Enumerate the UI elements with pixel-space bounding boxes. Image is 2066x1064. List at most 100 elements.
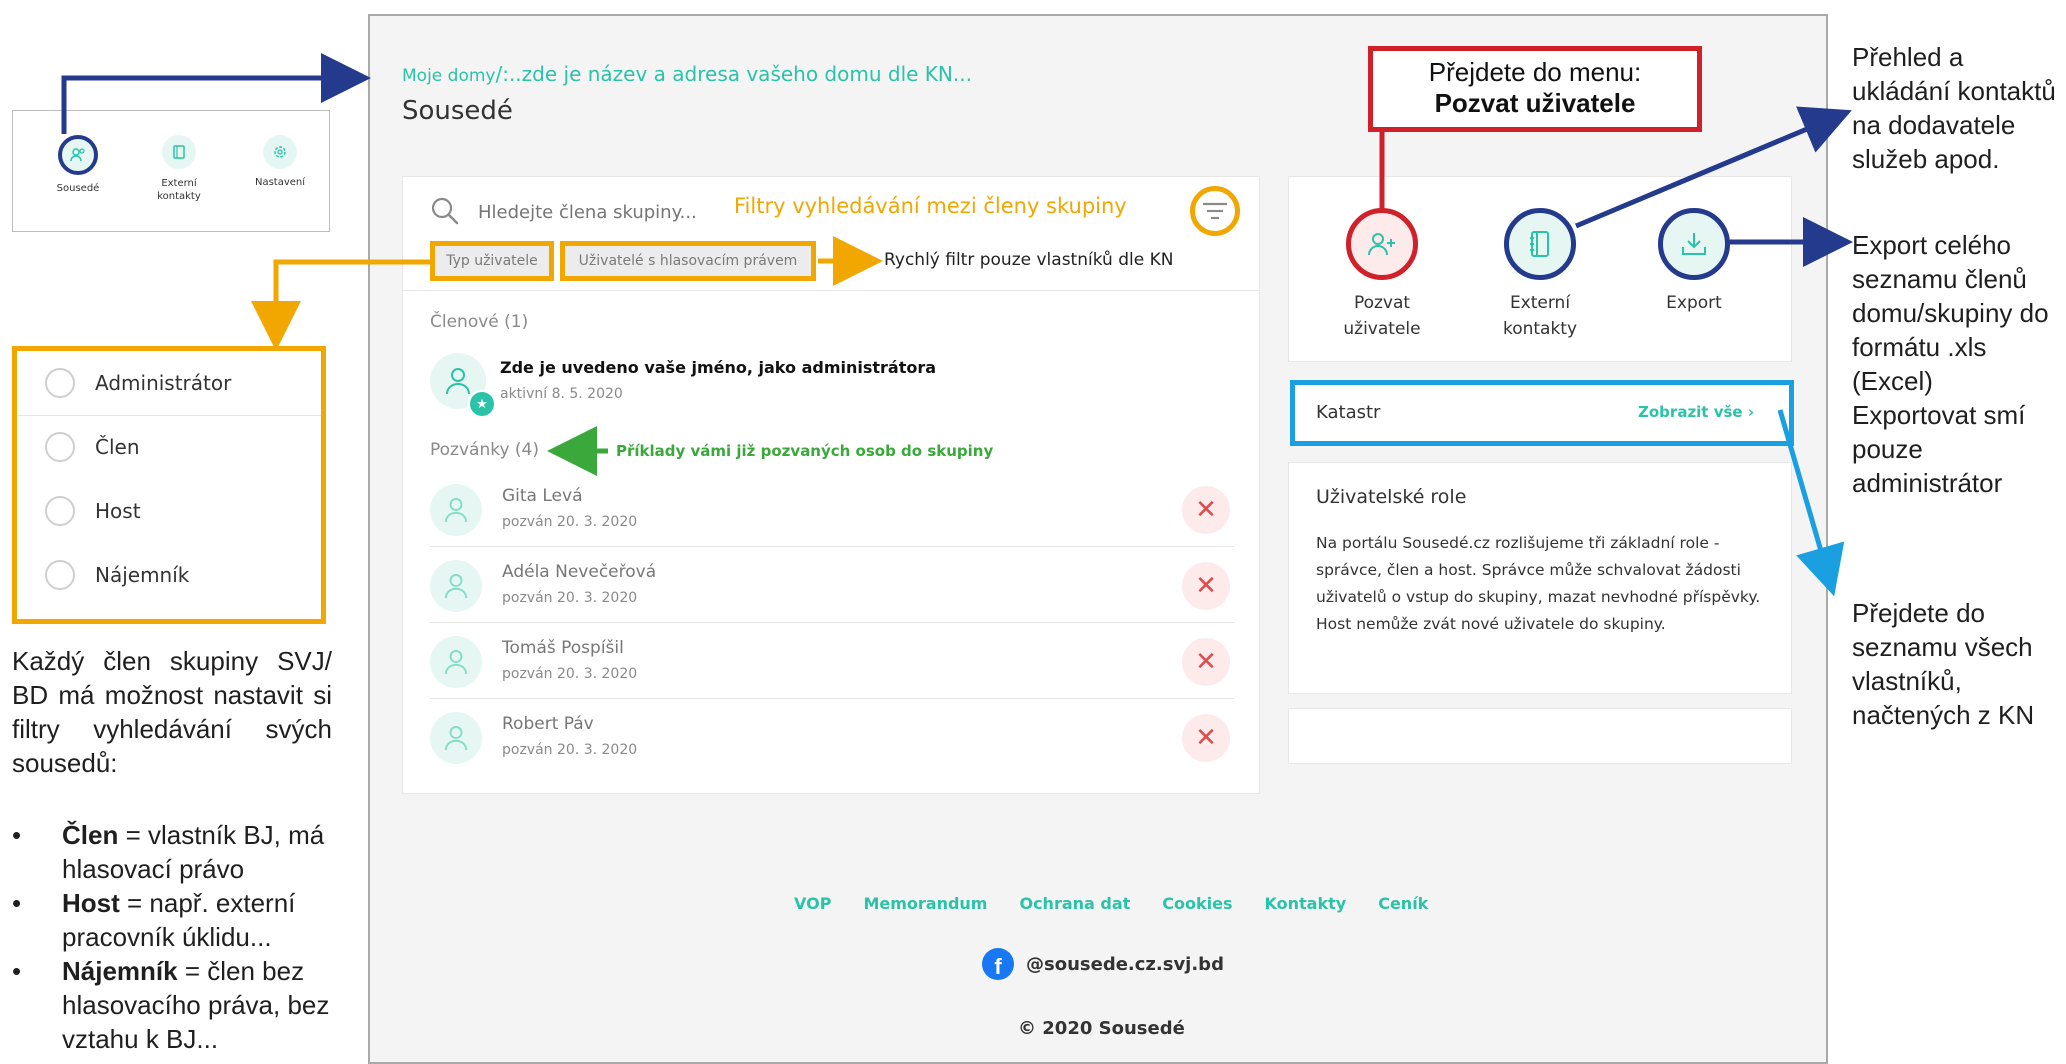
invites-heading: Pozvánky (4): [430, 440, 540, 460]
facebook-icon: f: [982, 948, 1014, 980]
footer-link-memorandum[interactable]: Memorandum: [863, 894, 987, 913]
roles-info-title: Uživatelské role: [1316, 486, 1467, 508]
footer-link-kontakty[interactable]: Kontakty: [1265, 894, 1347, 913]
filter-pill-voting-right[interactable]: Uživatelé s hlasovacím právem: [560, 241, 816, 281]
katastr-title: Katastr: [1316, 402, 1381, 423]
right-note-katastr: Přejdete do seznamu všech vlastníků, nač…: [1852, 598, 2035, 730]
radio-icon[interactable]: [45, 560, 75, 590]
admin-name[interactable]: Zde je uvedeno vaše jméno, jako administ…: [500, 358, 936, 377]
facebook-link[interactable]: f @sousede.cz.svj.bd: [982, 948, 1224, 980]
download-icon: [1658, 208, 1730, 280]
invites-annotation: Příklady vámi již pozvaných osob do skup…: [616, 442, 994, 460]
cancel-invite-button[interactable]: ✕: [1182, 638, 1230, 686]
callout-line1: Přejdete do menu:: [1428, 57, 1642, 87]
divider: [403, 290, 1259, 291]
invite-row: Adéla Nevečeřová pozván 20. 3. 2020 ✕: [430, 556, 1234, 623]
mini-nav-sousede[interactable]: Sousedé: [33, 135, 123, 194]
cancel-invite-button[interactable]: ✕: [1182, 486, 1230, 534]
export-action[interactable]: Export: [1642, 208, 1746, 316]
filter-pill-user-type[interactable]: Typ uživatele: [430, 241, 554, 281]
role-option-administrator[interactable]: Administrátor: [17, 351, 321, 416]
mini-nav-label: Nastavení: [254, 177, 306, 188]
invitee-status: pozván 20. 3. 2020: [502, 514, 638, 530]
action-label: Externí kontakty: [1502, 293, 1578, 339]
facebook-handle: @sousede.cz.svj.bd: [1026, 953, 1224, 975]
bullet-bold: Nájemník: [62, 956, 178, 986]
chevron-right-icon: ›: [1747, 403, 1755, 421]
right-note-contacts: Přehled a ukládání kontaktů na dodavatel…: [1852, 42, 2056, 174]
members-heading: Členové (1): [430, 312, 529, 332]
role-option-host[interactable]: Host: [17, 479, 321, 543]
bullet-clen: • Člen = vlastník BJ, má hlasovací právo: [12, 820, 325, 884]
invitee-avatar: [430, 560, 482, 612]
close-icon: ✕: [1195, 723, 1217, 753]
radio-icon[interactable]: [45, 432, 75, 462]
role-option-najemnik[interactable]: Nájemník: [17, 543, 321, 607]
breadcrumb-current: /:..zde je název a adresa vašeho domu dl…: [495, 62, 972, 86]
mini-nav-label: Externí kontakty: [157, 178, 201, 202]
close-icon: ✕: [1195, 495, 1217, 525]
cancel-invite-button[interactable]: ✕: [1182, 714, 1230, 762]
add-user-icon: [1346, 208, 1418, 280]
invitee-name: Gita Levá: [502, 486, 583, 506]
footer-link-ochrana-dat[interactable]: Ochrana dat: [1019, 894, 1130, 913]
invite-row: Tomáš Pospíšil pozván 20. 3. 2020 ✕: [430, 632, 1234, 699]
invite-user-action[interactable]: Pozvat uživatele: [1330, 208, 1434, 342]
breadcrumb-home-link[interactable]: Moje domy: [402, 66, 495, 86]
users-icon: [58, 135, 98, 175]
radio-icon[interactable]: [45, 496, 75, 526]
empty-card: [1288, 708, 1792, 764]
footer-link-cenik[interactable]: Ceník: [1378, 894, 1428, 913]
bullet-bold: Host: [62, 888, 120, 918]
callout-line2: Pozvat uživatele: [1434, 88, 1636, 118]
mini-nav-externi[interactable]: Externí kontakty: [131, 135, 227, 203]
invitee-status: pozván 20. 3. 2020: [502, 590, 638, 606]
admin-star-badge: ★: [468, 390, 496, 418]
user-icon: [444, 726, 468, 751]
copyright: © 2020 Sousedé: [1018, 1018, 1185, 1039]
mini-nav-label: Sousedé: [56, 183, 100, 194]
contacts-book-icon: [1504, 208, 1576, 280]
mini-nav-nastaveni[interactable]: Nastavení: [235, 135, 325, 188]
user-icon: [444, 574, 468, 599]
cancel-invite-button[interactable]: ✕: [1182, 562, 1230, 610]
invitee-name: Adéla Nevečeřová: [502, 562, 657, 582]
user-icon: [446, 368, 470, 395]
invitee-avatar: [430, 484, 482, 536]
bullet-host: • Host = např. externí pracovník úklidu..…: [12, 888, 296, 952]
contacts-book-icon: [162, 135, 196, 169]
invite-menu-callout: Přejdete do menu: Pozvat uživatele: [1368, 46, 1702, 132]
left-bullet-list: • Člen = vlastník BJ, má hlasovací právo …: [12, 818, 342, 1056]
link-label: Zobrazit vše: [1638, 403, 1743, 421]
external-contacts-action[interactable]: Externí kontakty: [1488, 208, 1592, 342]
right-note-export: Export celého seznamu členů domu/skupiny…: [1852, 230, 2049, 498]
footer-link-cookies[interactable]: Cookies: [1162, 894, 1232, 913]
invitee-status: pozván 20. 3. 2020: [502, 742, 638, 758]
roles-filter-list: Administrátor Člen Host Nájemník: [12, 346, 326, 624]
radio-icon[interactable]: [45, 368, 75, 398]
filter-icon: [1203, 202, 1227, 220]
footer-link-vop[interactable]: VOP: [794, 894, 831, 913]
footer-links: VOP Memorandum Ochrana dat Cookies Konta…: [794, 894, 1428, 913]
invite-row: Robert Páv pozván 20. 3. 2020 ✕: [430, 708, 1234, 774]
invitee-name: Robert Páv: [502, 714, 594, 734]
user-icon: [444, 650, 468, 675]
roles-info-text: Na portálu Sousedé.cz rozlišujeme tři zá…: [1316, 534, 1761, 633]
role-label: Administrátor: [95, 371, 232, 395]
action-label: Export: [1666, 293, 1722, 313]
role-option-clen[interactable]: Člen: [17, 415, 321, 479]
page-title: Sousedé: [402, 96, 513, 126]
left-intro-note: Každý člen skupiny SVJ/ BD má možnost na…: [12, 646, 332, 778]
admin-status: aktivní 8. 5. 2020: [500, 386, 623, 402]
role-label: Člen: [95, 435, 140, 459]
close-icon: ✕: [1195, 571, 1217, 601]
invitee-avatar: [430, 712, 482, 764]
katastr-show-all-link[interactable]: Zobrazit vše ›: [1638, 403, 1754, 421]
bullet-bold: Člen: [62, 820, 119, 850]
mini-nav-snapshot: Sousedé Externí kontakty Nastavení: [12, 110, 330, 232]
breadcrumb: Moje domy/:..zde je název a adresa vašeh…: [402, 62, 972, 86]
search-input[interactable]: [476, 196, 720, 228]
filter-button[interactable]: [1190, 186, 1240, 236]
user-icon: [444, 498, 468, 523]
close-icon: ✕: [1195, 647, 1217, 677]
